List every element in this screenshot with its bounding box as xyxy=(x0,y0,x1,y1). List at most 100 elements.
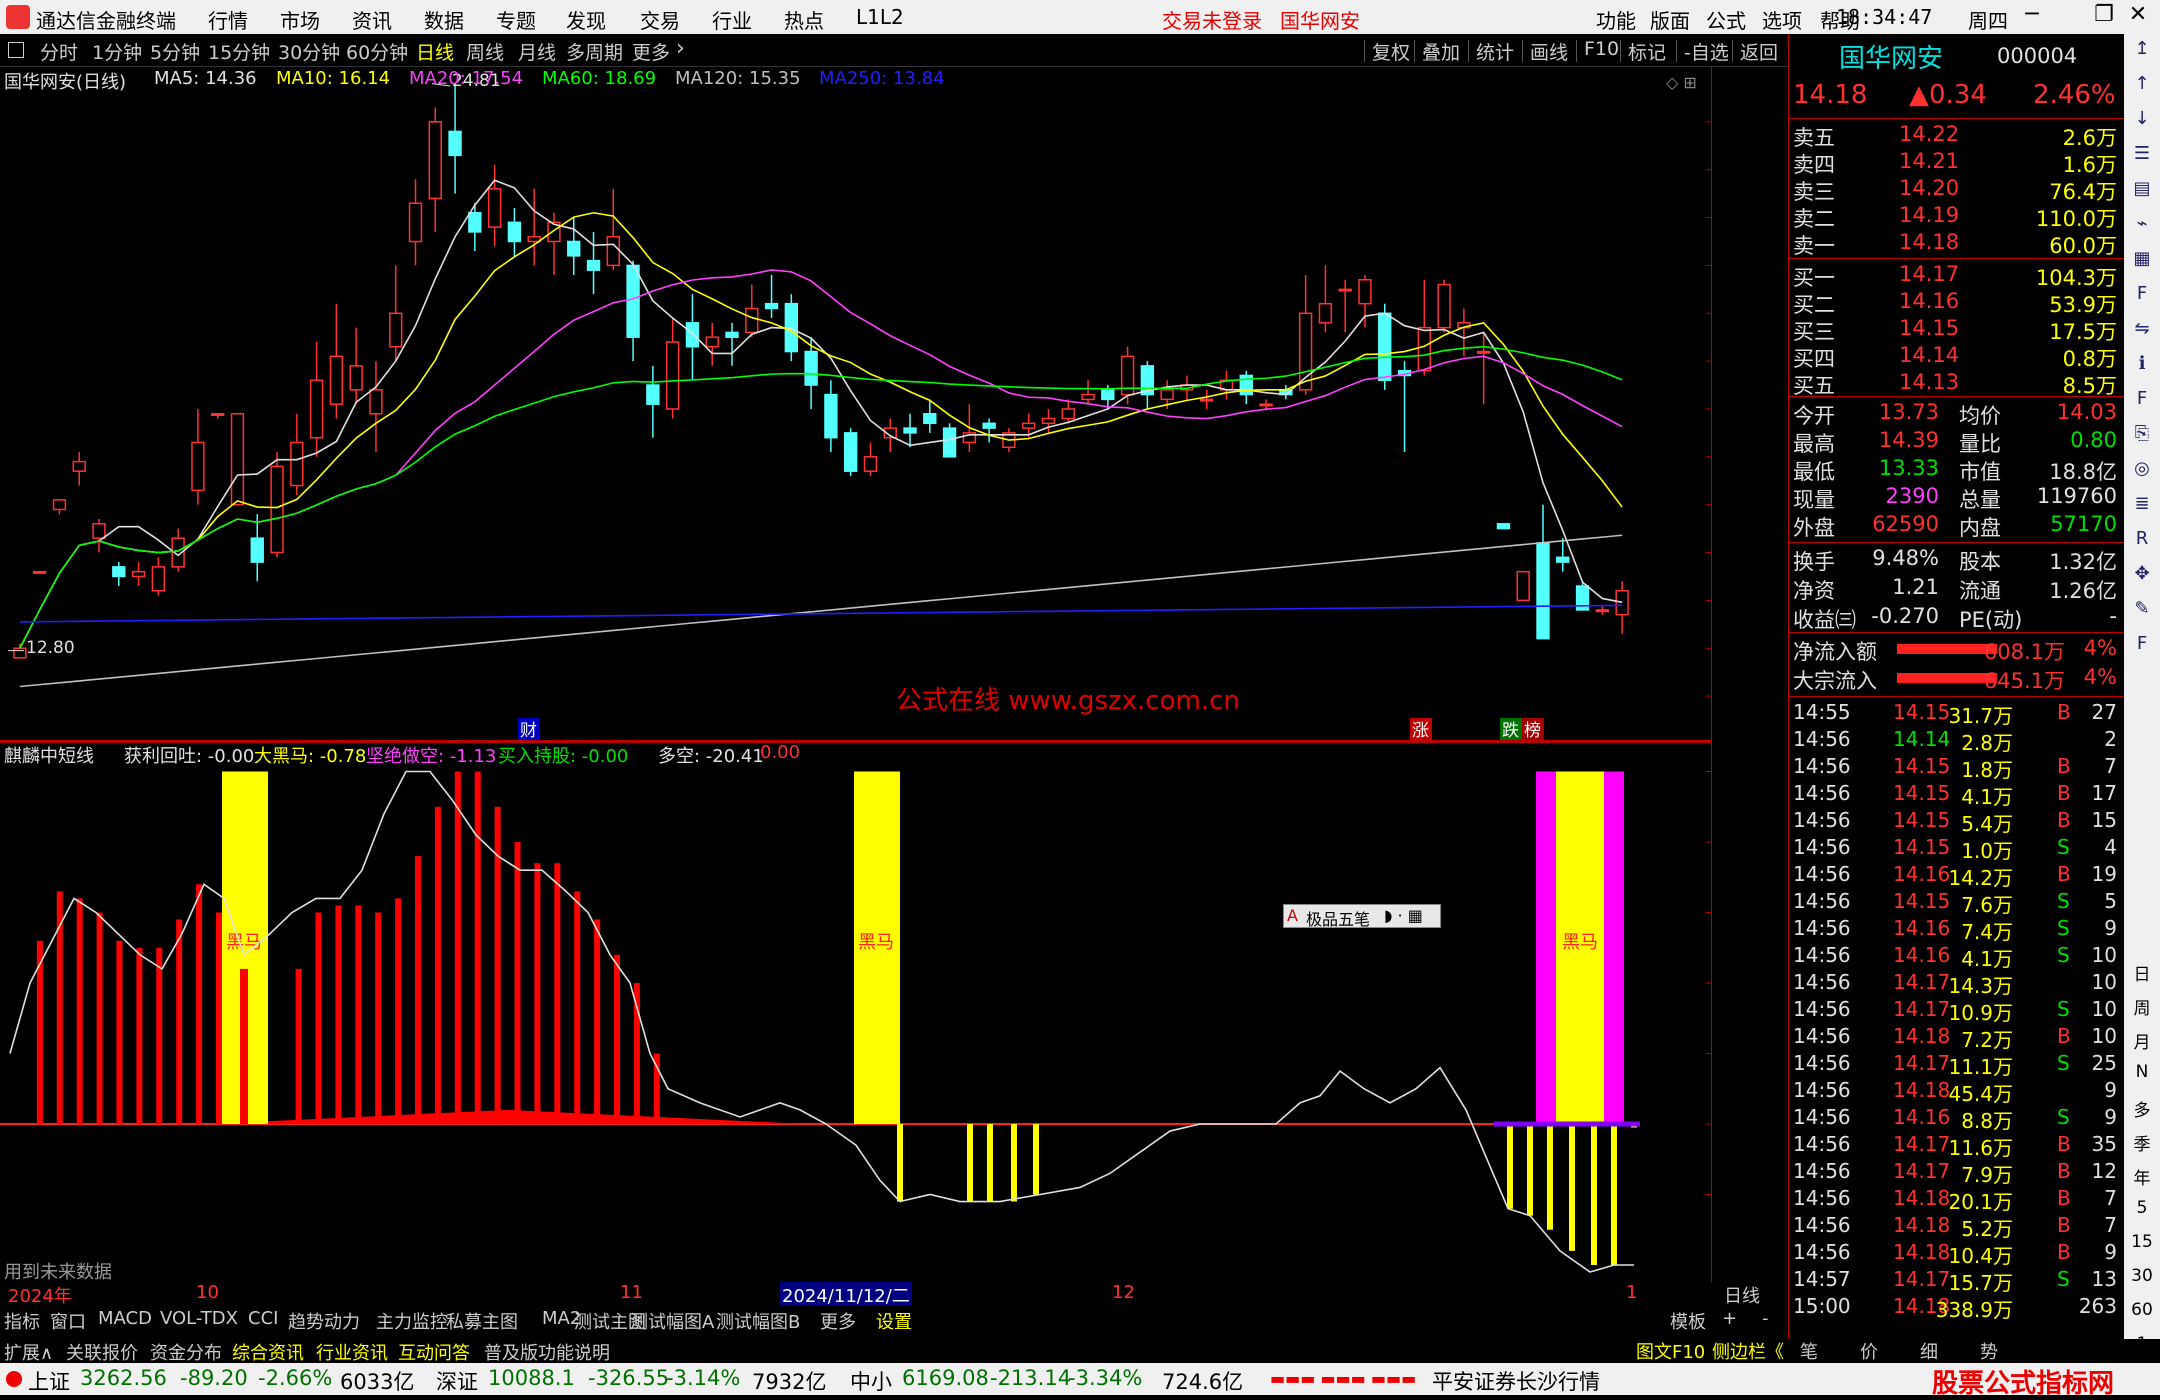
menu-8[interactable]: 热点 xyxy=(784,5,824,34)
kline-icon[interactable]: ⌁ xyxy=(2128,213,2156,241)
pen-icon[interactable]: ✎ xyxy=(2128,598,2156,626)
indicator-tab-10[interactable]: 测试幅图A xyxy=(630,1308,714,1334)
right-menu-3[interactable]: 选项 xyxy=(1762,5,1802,34)
toolbar-2[interactable]: 统计 xyxy=(1476,38,1514,65)
circle-icon[interactable]: ◎ xyxy=(2128,458,2156,486)
close-icon[interactable]: ✕ xyxy=(2120,2,2156,32)
menu-7[interactable]: 行业 xyxy=(712,5,752,34)
sidebar-period-5[interactable]: 季 xyxy=(2128,1130,2156,1155)
menu-2[interactable]: 资讯 xyxy=(352,5,392,34)
period-tab-9[interactable]: 多周期 xyxy=(566,38,623,65)
quote-bottom-3[interactable]: 价 xyxy=(1860,1338,1878,1364)
grid-icon[interactable]: ▦ xyxy=(2128,248,2156,276)
list2-icon[interactable]: ≣ xyxy=(2128,493,2156,521)
sidebar-period-11[interactable]: 1 xyxy=(2128,1334,2156,1354)
indicator-tab-12[interactable]: 更多 xyxy=(820,1308,856,1334)
broker-name[interactable]: 国华网安 xyxy=(1280,5,1360,34)
candlestick-chart[interactable]: 24.0023.0022.0021.0020.0019.0018.0017.00… xyxy=(0,66,1712,742)
period-tab-1[interactable]: 1分钟 xyxy=(92,38,142,65)
info-icon[interactable]: ℹ xyxy=(2128,353,2156,381)
chevron-up-icon[interactable]: ↑ xyxy=(2128,73,2156,101)
period-tab-10[interactable]: 更多 xyxy=(632,38,670,65)
sidebar-period-7[interactable]: 5 xyxy=(2128,1198,2156,1218)
quote-bottom-2[interactable]: 笔 xyxy=(1800,1338,1818,1364)
toolbar-4[interactable]: F10 xyxy=(1584,38,1619,60)
menu-9[interactable]: L1L2 xyxy=(856,5,904,29)
period-tab-8[interactable]: 月线 xyxy=(518,38,556,65)
compass-icon[interactable]: ✥ xyxy=(2128,563,2156,591)
sidebar-period-1[interactable]: 周 xyxy=(2128,994,2156,1019)
toolbar-6[interactable]: -自选 xyxy=(1684,38,1729,65)
sidebar-period-8[interactable]: 15 xyxy=(2128,1232,2156,1252)
indicator-tab-2[interactable]: MACD xyxy=(98,1308,152,1329)
fs2-icon[interactable]: F xyxy=(2128,633,2156,661)
tab-control-2[interactable]: - xyxy=(1762,1308,1769,1329)
chevron-down-icon[interactable]: ↓ xyxy=(2128,108,2156,136)
indicator-name[interactable]: 麒麟中短线 xyxy=(4,742,94,768)
info-tab-5[interactable]: 互动问答 xyxy=(398,1339,470,1365)
chevron-up-icon[interactable]: ↥ xyxy=(2128,38,2156,66)
period-tab-2[interactable]: 5分钟 xyxy=(150,38,200,65)
menu-4[interactable]: 专题 xyxy=(496,5,536,34)
sidebar-period-3[interactable]: N xyxy=(2128,1062,2156,1082)
server-name[interactable]: 平安证券长沙行情 xyxy=(1432,1366,1600,1396)
menu-6[interactable]: 交易 xyxy=(640,5,680,34)
menu-0[interactable]: 行情 xyxy=(208,5,248,34)
zx-label[interactable]: 中小 xyxy=(850,1366,892,1396)
scale-icon[interactable]: ⇋ xyxy=(2128,318,2156,346)
period-tab-4[interactable]: 30分钟 xyxy=(278,38,340,65)
indicator-tab-6[interactable]: 主力监控 xyxy=(376,1308,448,1334)
rsi-icon[interactable]: R xyxy=(2128,528,2156,556)
quote-bottom-0[interactable]: 图文F10 xyxy=(1636,1338,1705,1364)
indicator-tab-3[interactable]: VOL-TDX xyxy=(160,1308,238,1329)
info-tab-6[interactable]: 普及版功能说明 xyxy=(484,1339,610,1365)
info-tab-2[interactable]: 资金分布 xyxy=(150,1339,222,1365)
sh-label[interactable]: 上证 xyxy=(28,1366,70,1396)
info-tab-0[interactable]: 扩展∧ xyxy=(4,1339,53,1365)
login-status[interactable]: 交易未登录 xyxy=(1162,5,1262,34)
quote-bottom-4[interactable]: 细 xyxy=(1920,1338,1938,1364)
period-tab-6[interactable]: 日线 xyxy=(416,38,454,65)
period-tab-7[interactable]: 周线 xyxy=(466,38,504,65)
right-menu-2[interactable]: 公式 xyxy=(1706,5,1746,34)
stock-name[interactable]: 国华网安 xyxy=(1839,38,1943,75)
sidebar-period-10[interactable]: 60 xyxy=(2128,1300,2156,1320)
list-icon[interactable]: ☰ xyxy=(2128,143,2156,171)
info-tab-4[interactable]: 行业资讯 xyxy=(316,1339,388,1365)
ime-popup[interactable]: A 极品五笔 ◗ · ▦ xyxy=(1283,904,1441,929)
fs-icon[interactable]: F xyxy=(2128,388,2156,416)
maximize-icon[interactable]: ❐ xyxy=(2086,2,2122,32)
indicator-tab-11[interactable]: 测试幅图B xyxy=(716,1308,800,1334)
sidebar-period-2[interactable]: 月 xyxy=(2128,1028,2156,1053)
indicator-tab-4[interactable]: CCI xyxy=(248,1308,278,1329)
sidebar-period-0[interactable]: 日 xyxy=(2128,960,2156,985)
tab-control-1[interactable]: + xyxy=(1722,1308,1737,1329)
indicator-tab-0[interactable]: 指标 xyxy=(4,1308,40,1334)
menu-3[interactable]: 数据 xyxy=(424,5,464,34)
link-icon[interactable]: ⎘ xyxy=(2128,423,2156,451)
period-tab-3[interactable]: 15分钟 xyxy=(208,38,270,65)
indicator-chart[interactable]: 50.0040.0030.0020.0010.000.00-10.0036.69… xyxy=(0,742,1712,1282)
indicator-tab-5[interactable]: 趋势动力 xyxy=(288,1308,360,1334)
period-bar-square-icon[interactable] xyxy=(8,42,24,58)
toolbar-0[interactable]: 复权 xyxy=(1372,38,1410,65)
menu-5[interactable]: 发现 xyxy=(566,5,606,34)
quote-bottom-5[interactable]: 势 xyxy=(1980,1338,1998,1364)
right-menu-1[interactable]: 版面 xyxy=(1650,5,1690,34)
period-tab-5[interactable]: 60分钟 xyxy=(346,38,408,65)
more-chevron-icon[interactable]: › xyxy=(676,36,685,61)
toolbar-1[interactable]: 叠加 xyxy=(1422,38,1460,65)
info-tab-3[interactable]: 综合资讯 xyxy=(232,1339,304,1365)
sz-label[interactable]: 深证 xyxy=(436,1366,478,1396)
toolbar-3[interactable]: 画线 xyxy=(1530,38,1568,65)
f10-icon[interactable]: F xyxy=(2128,283,2156,311)
quote-bottom-1[interactable]: 侧边栏《 xyxy=(1712,1338,1784,1364)
period-tab-0[interactable]: 分时 xyxy=(40,38,78,65)
indicator-tab-7[interactable]: 私募主图 xyxy=(446,1308,518,1334)
info-tab-1[interactable]: 关联报价 xyxy=(66,1339,138,1365)
sidebar-period-4[interactable]: 多 xyxy=(2128,1096,2156,1121)
indicator-tab-13[interactable]: 设置 xyxy=(876,1308,912,1334)
minimize-icon[interactable]: ─ xyxy=(2014,2,2050,32)
right-menu-0[interactable]: 功能 xyxy=(1596,5,1636,34)
toolbar-7[interactable]: 返回 xyxy=(1740,38,1778,65)
